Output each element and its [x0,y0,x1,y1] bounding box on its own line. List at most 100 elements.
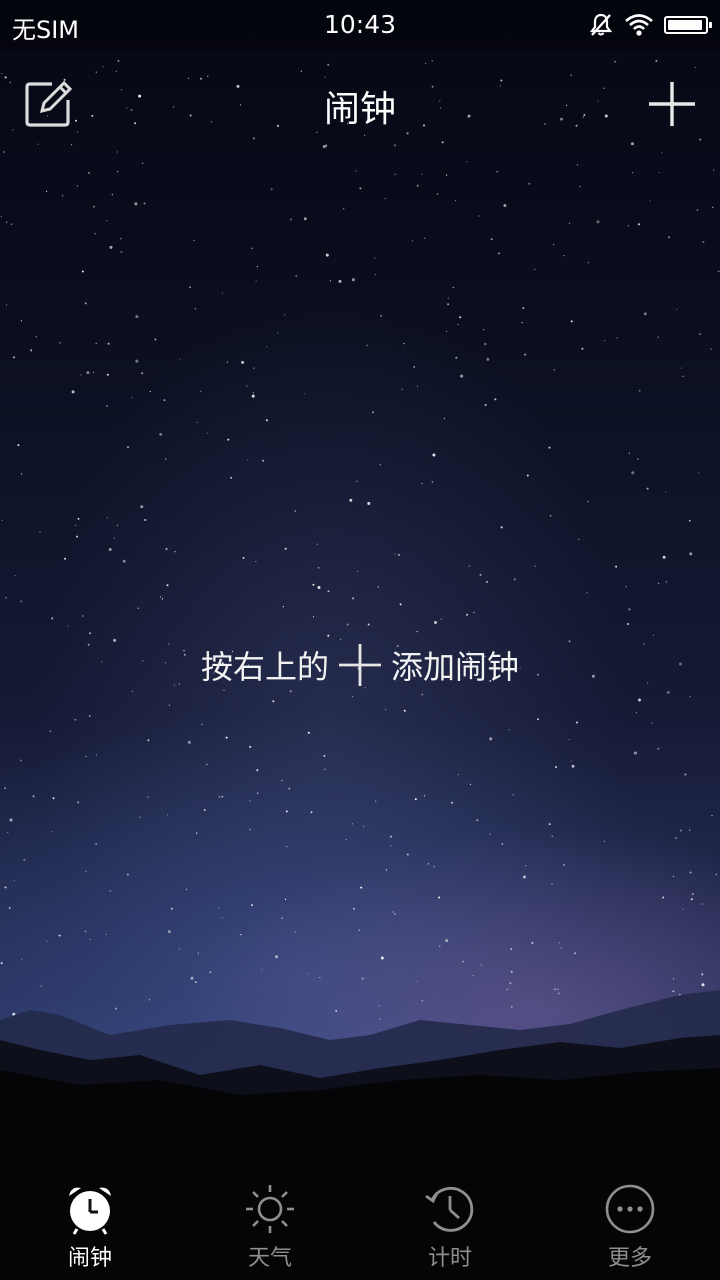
star [558,942,560,944]
star [189,286,192,289]
star [285,810,288,813]
star [496,171,498,173]
star [135,359,139,363]
star [394,553,396,555]
star [352,597,355,600]
star [510,970,513,973]
star [411,240,414,242]
nav-item-weather[interactable]: 天气 [180,1160,360,1280]
star [366,344,368,346]
star [457,324,459,326]
star [257,792,259,794]
star [116,524,119,527]
star [266,346,268,348]
star [106,373,109,376]
star [225,736,228,739]
star [479,573,482,576]
star [713,169,715,171]
star [384,198,386,200]
star [680,367,682,369]
star [439,945,441,947]
star [327,634,330,637]
star [668,236,671,239]
add-alarm-button[interactable] [646,78,698,130]
star [637,223,640,226]
star [312,583,315,586]
star [627,225,630,227]
star [524,353,527,356]
star [20,600,22,602]
star [209,971,212,974]
star [478,215,480,217]
star [294,931,296,933]
star [256,266,258,268]
star [672,875,674,878]
star [658,172,660,174]
star [197,952,199,954]
star [154,338,157,341]
star [77,801,80,804]
star [262,459,265,462]
star [6,221,8,223]
star [117,171,119,173]
star [403,709,406,712]
star [58,934,61,937]
star [466,161,468,163]
star [120,251,123,254]
star [662,896,665,899]
star [638,698,641,702]
star [141,372,144,375]
star [167,930,171,934]
star [484,404,487,406]
star [226,361,228,363]
star [310,811,313,814]
nav-item-more[interactable]: 更多 [540,1160,720,1280]
star [88,715,91,717]
star [443,417,445,419]
nav-item-alarm[interactable]: 闹钟 [0,1160,180,1280]
star [689,696,691,698]
star [571,764,575,768]
star [94,233,96,235]
star [490,238,493,241]
star [46,190,48,192]
star [711,815,713,817]
star [574,952,577,955]
star [635,712,638,714]
star [71,390,75,394]
star [628,608,631,611]
star [109,245,113,249]
star [473,611,475,614]
star [106,220,108,222]
star [111,194,113,196]
star [134,202,138,206]
star [522,307,525,310]
star [200,390,202,392]
star [637,458,639,460]
star [421,693,424,696]
star [549,514,552,517]
star [227,438,230,441]
star [657,336,659,338]
star [436,193,439,196]
star [712,206,714,208]
star [93,371,95,373]
star [421,173,423,175]
star [149,390,151,393]
star [253,367,255,369]
star [147,739,150,742]
star [7,831,9,834]
star [255,280,257,282]
star [84,302,87,305]
star [346,623,349,626]
nav-item-timer[interactable]: 计时 [360,1160,540,1280]
star [424,237,426,239]
star [327,590,330,593]
star [604,340,606,342]
star [109,889,112,892]
empty-state-hint: 按右上的 添加闹钟 [0,642,720,688]
star [20,759,22,762]
star [534,565,536,567]
star [570,320,573,323]
star [147,796,149,798]
